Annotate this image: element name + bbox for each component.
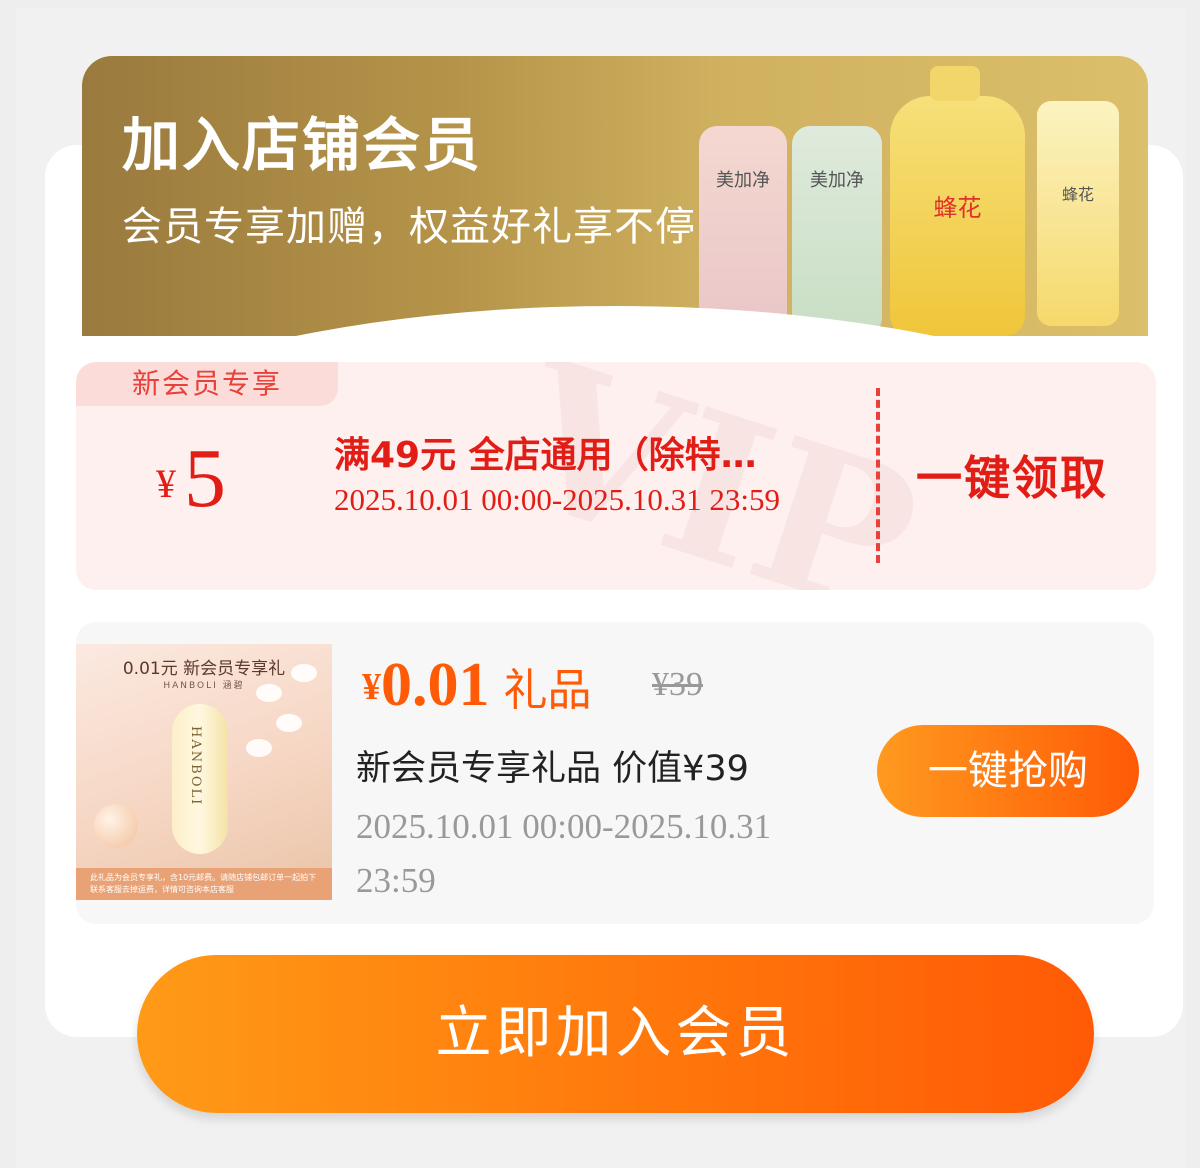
membership-banner: 美加净 美加净 蜂花 蜂花 加入店铺会员 会员专享加赠，权益好礼享不停 (82, 56, 1148, 336)
join-membership-button[interactable]: 立即加入会员 (137, 955, 1094, 1113)
gift-name: 新会员专享礼品 价值¥39 (356, 749, 749, 789)
gift-card: 0.01元 新会员专享礼 HANBOLI 涵碧 HANBOLI 此礼品为会员专享… (76, 622, 1154, 924)
product-shampoo-bottle: 蜂花 (890, 66, 1025, 336)
decor-sphere (94, 804, 138, 848)
flower-icon (246, 739, 272, 757)
gift-product-image: 0.01元 新会员专享礼 HANBOLI 涵碧 HANBOLI 此礼品为会员专享… (76, 644, 332, 900)
banner-subtitle: 会员专享加赠，权益好礼享不停 (122, 204, 696, 250)
gift-price: ¥0.01 礼品 (362, 650, 592, 721)
gift-type: 礼品 (503, 665, 592, 716)
lip-balm-brand: HANBOLI (188, 726, 203, 807)
coupon-divider (876, 388, 880, 563)
gift-image-note: 此礼品为会员专享礼，含10元邮费。请随店铺包邮订单一起拍下 联系客服去掉运费，详… (76, 868, 332, 900)
coupon-amount: ¥5 (156, 430, 226, 527)
product-conditioner-bottle: 蜂花 (1037, 101, 1119, 326)
flower-icon (291, 664, 317, 682)
banner-title: 加入店铺会员 (122, 111, 483, 179)
coupon-condition: 满49元 全店通用（除特… (334, 435, 757, 476)
currency-symbol: ¥ (156, 461, 176, 506)
claim-coupon-button[interactable]: 一键领取 (916, 442, 1108, 508)
gift-valid-time: 2025.10.01 00:00-2025.10.31 23:59 (356, 807, 772, 900)
flower-icon (276, 714, 302, 732)
coupon-card: VIP 新会员专享 ¥5 满49元 全店通用（除特… 2025.10.01 00… (76, 362, 1156, 590)
flower-icon (256, 684, 282, 702)
currency-symbol: ¥ (362, 666, 381, 708)
gift-image-brand: HANBOLI 涵碧 (163, 681, 245, 691)
new-member-tag: 新会员专享 (76, 362, 338, 406)
buy-gift-button[interactable]: 一键抢购 (877, 725, 1139, 817)
gift-original-price: ¥39 (652, 666, 703, 703)
product-hand-cream-pink: 美加净 (699, 126, 787, 336)
coupon-valid-time: 2025.10.01 00:00-2025.10.31 23:59 (334, 482, 781, 517)
gift-price-value: 0.01 (381, 651, 490, 719)
coupon-value: 5 (184, 432, 226, 525)
product-hand-cream-green: 美加净 (792, 126, 882, 336)
